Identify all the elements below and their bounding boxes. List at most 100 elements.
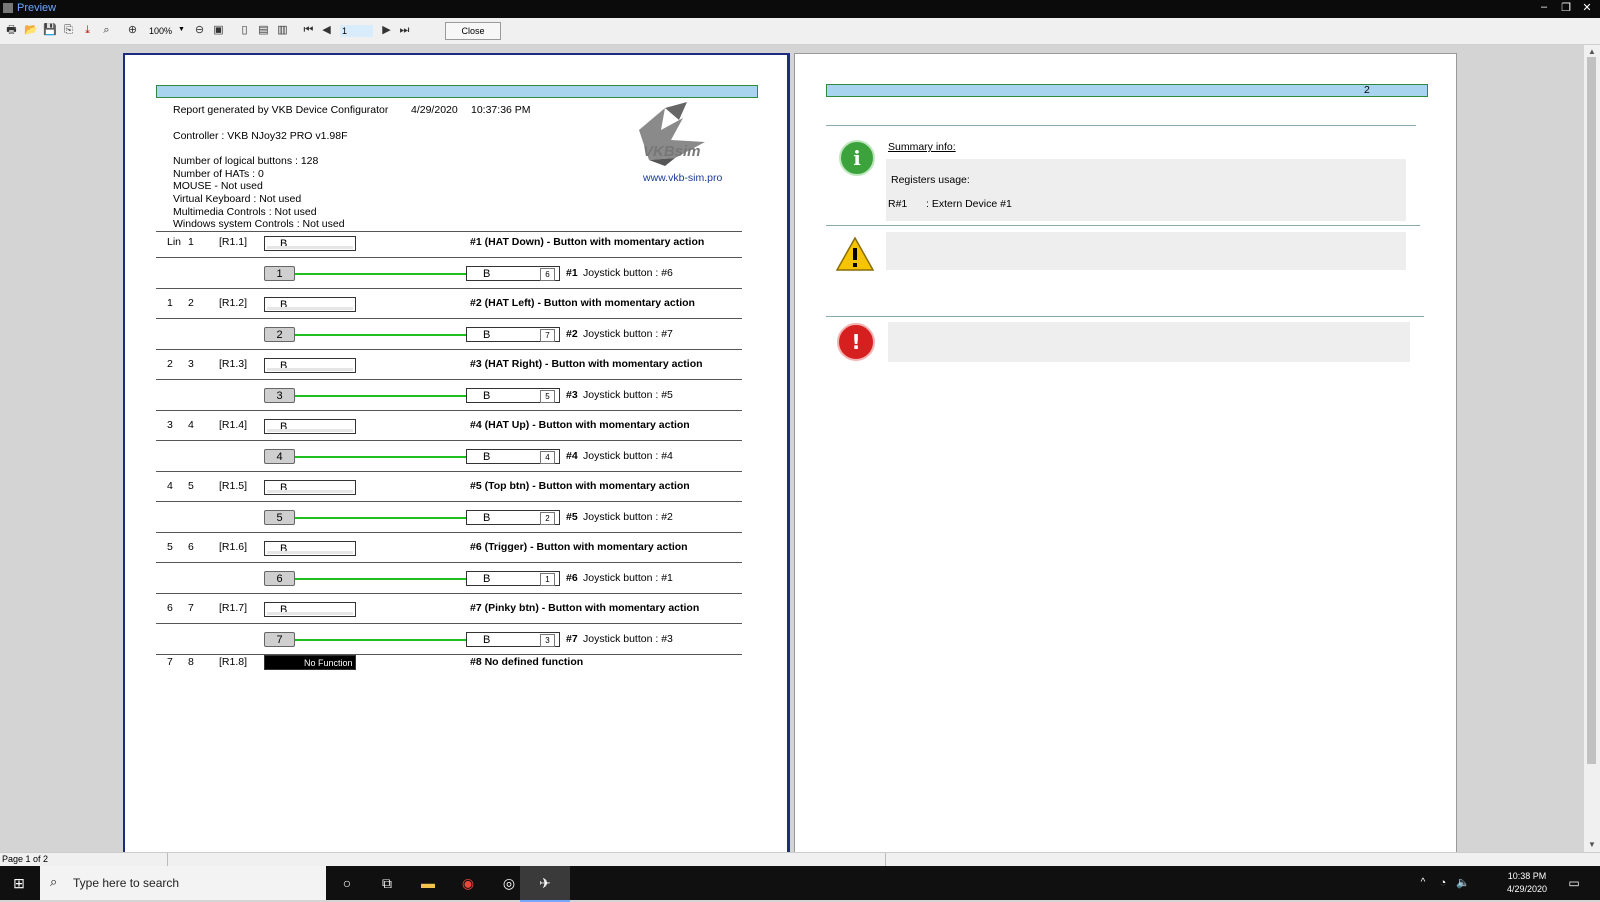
page-input[interactable] xyxy=(340,25,373,37)
chevron-up-icon[interactable]: ^ xyxy=(1414,874,1432,892)
joystick-mapping-id: #2 xyxy=(566,328,578,340)
divider xyxy=(156,410,742,411)
row-register: [R1.1] xyxy=(219,236,248,248)
joystick-button-box[interactable]: B7 xyxy=(466,327,560,342)
no-function-box[interactable]: No Function xyxy=(264,655,356,670)
single-page-icon[interactable]: ▯ xyxy=(238,24,251,37)
prev-page-icon[interactable]: ◀ xyxy=(320,24,333,37)
joystick-button-number: 2 xyxy=(540,512,555,525)
file-explorer-icon[interactable]: ▬ xyxy=(419,874,437,892)
first-page-icon[interactable]: ⏮ xyxy=(302,24,315,37)
open-icon[interactable]: 📂 xyxy=(24,24,38,37)
vertical-scrollbar[interactable]: ▲ ▼ xyxy=(1584,45,1600,852)
button-box[interactable]: B xyxy=(264,358,356,373)
info-line: Windows system Controls : Not used xyxy=(173,218,345,230)
notifications-icon[interactable]: ▭ xyxy=(1565,874,1583,892)
summary-panel: Registers usage: R#1 : Extern Device #1 xyxy=(886,159,1406,221)
mapping-line xyxy=(295,639,466,641)
mapping-number[interactable]: 7 xyxy=(264,632,295,647)
mapping-number[interactable]: 1 xyxy=(264,266,295,281)
zoom-out-icon[interactable]: ⊖ xyxy=(193,24,206,37)
register-id: R#1 xyxy=(888,198,908,210)
divider xyxy=(156,471,742,472)
mapping-number[interactable]: 5 xyxy=(264,510,295,525)
joystick-button-box[interactable]: B6 xyxy=(466,266,560,281)
button-box[interactable]: B xyxy=(264,602,356,617)
find-icon[interactable]: ⌕ xyxy=(100,24,113,37)
maximize-button[interactable]: ❐ xyxy=(1555,1,1577,14)
row-lin: 7 xyxy=(167,656,173,668)
row-num: 4 xyxy=(188,419,194,431)
volume-icon[interactable]: 🔈 xyxy=(1454,874,1472,892)
joystick-button-label: B xyxy=(483,329,491,341)
joystick-button-box[interactable]: B4 xyxy=(466,449,560,464)
scroll-down-icon[interactable]: ▼ xyxy=(1588,840,1596,849)
divider xyxy=(826,316,1424,317)
divider xyxy=(156,440,742,441)
joystick-button-box[interactable]: B5 xyxy=(466,388,560,403)
network-icon[interactable]: ◔ xyxy=(1434,874,1452,892)
multi-page-icon[interactable]: ▤ xyxy=(257,24,270,37)
fit-page-icon[interactable]: ▣ xyxy=(212,24,225,37)
row-num: 8 xyxy=(188,656,194,668)
mapping-number[interactable]: 3 xyxy=(264,388,295,403)
button-box[interactable]: B xyxy=(264,419,356,434)
joystick-button-box[interactable]: B1 xyxy=(466,571,560,586)
error-icon: ! xyxy=(837,323,875,361)
button-box[interactable]: B xyxy=(264,297,356,312)
scroll-up-icon[interactable]: ▲ xyxy=(1588,47,1596,56)
info-line: MOUSE - Not used xyxy=(173,180,263,192)
minimize-button[interactable]: – xyxy=(1533,1,1555,13)
zoom-select[interactable]: 100% xyxy=(149,26,172,36)
divider xyxy=(156,562,742,563)
button-box[interactable]: B xyxy=(264,541,356,556)
taskbar-search[interactable]: ⌕ Type here to search xyxy=(40,866,326,900)
close-window-button[interactable]: ✕ xyxy=(1576,1,1598,14)
joystick-mapping-desc: Joystick button : #7 xyxy=(583,328,673,340)
chrome-icon[interactable]: ◉ xyxy=(459,874,477,892)
mapping-number[interactable]: 4 xyxy=(264,449,295,464)
mapping-line xyxy=(295,517,466,519)
app-icon[interactable]: ◎ xyxy=(500,874,518,892)
print-icon[interactable]: 🖶 xyxy=(5,24,18,37)
book-view-icon[interactable]: ▥ xyxy=(276,24,289,37)
register-value: : Extern Device #1 xyxy=(926,198,1012,210)
close-button[interactable]: Close xyxy=(445,22,501,40)
joystick-mapping-id: #5 xyxy=(566,511,578,523)
clock[interactable]: 10:38 PM 4/29/2020 xyxy=(1507,870,1547,896)
joystick-button-number: 6 xyxy=(540,268,555,281)
scroll-thumb[interactable] xyxy=(1587,57,1596,764)
button-box[interactable]: B xyxy=(264,480,356,495)
website-link[interactable]: www.vkb-sim.pro xyxy=(643,172,722,184)
mapping-number[interactable]: 6 xyxy=(264,571,295,586)
preview-app-icon: ✈ xyxy=(539,875,551,891)
row-register: [R1.6] xyxy=(219,541,248,553)
joystick-mapping-id: #7 xyxy=(566,633,578,645)
next-page-icon[interactable]: ▶ xyxy=(380,24,393,37)
row-description: #8 No defined function xyxy=(470,656,584,668)
row-description: #4 (HAT Up) - Button with momentary acti… xyxy=(470,419,690,431)
joystick-button-label: B xyxy=(483,573,491,585)
joystick-button-box[interactable]: B2 xyxy=(466,510,560,525)
export-icon[interactable]: ⎘ xyxy=(62,24,75,37)
warnings-panel xyxy=(886,232,1406,270)
save-icon[interactable]: 💾 xyxy=(43,24,57,37)
row-num: 5 xyxy=(188,480,194,492)
preview-area: Report generated by VKB Device Configura… xyxy=(0,45,1584,855)
task-view-icon[interactable]: ⧉ xyxy=(378,874,396,892)
active-app-preview[interactable]: ✈ xyxy=(520,866,570,902)
chevron-down-icon[interactable]: ▼ xyxy=(178,26,185,33)
zoom-in-icon[interactable]: ⊕ xyxy=(126,24,139,37)
last-page-icon[interactable]: ⏭ xyxy=(398,24,411,37)
mapping-number[interactable]: 2 xyxy=(264,327,295,342)
button-box[interactable]: B xyxy=(264,236,356,251)
joystick-button-box[interactable]: B3 xyxy=(466,632,560,647)
pdf-icon[interactable]: ⤓ xyxy=(81,24,94,37)
row-num: 2 xyxy=(188,297,194,309)
cortana-icon[interactable]: ○ xyxy=(338,874,356,892)
joystick-mapping-desc: Joystick button : #3 xyxy=(583,633,673,645)
row-lin: 5 xyxy=(167,541,173,553)
row-num: 6 xyxy=(188,541,194,553)
report-date: 4/29/2020 xyxy=(411,104,458,116)
windows-start-icon[interactable]: ⊞ xyxy=(10,874,28,892)
